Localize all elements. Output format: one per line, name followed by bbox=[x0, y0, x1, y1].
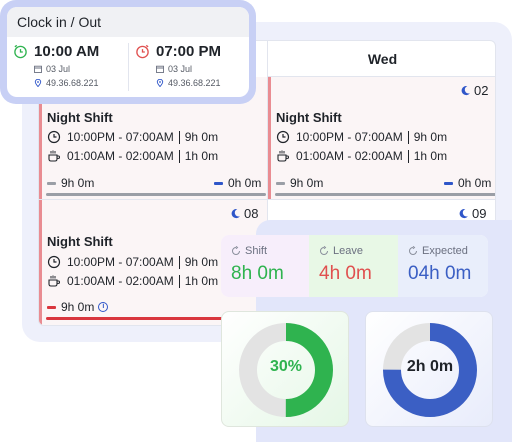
worked-hours: 9h 0m bbox=[290, 176, 324, 190]
leave-stat: Leave 4h 0m bbox=[309, 235, 398, 297]
break-time-row: 01:00AM - 02:00AM 1h 0m bbox=[276, 149, 447, 163]
percent-donut-label: 30% bbox=[269, 358, 303, 375]
hours-donut-card: 2h 0m bbox=[365, 311, 493, 427]
clock-in-out-popover: Clock in / Out 10:00 AM 03 Jul 49.36.68.… bbox=[0, 0, 256, 104]
break-time-row: 01:00AM - 02:00AM 1h 0m bbox=[47, 149, 218, 163]
clock-out-date: 03 Jul bbox=[168, 64, 193, 74]
refresh-clock-icon bbox=[320, 246, 328, 255]
break-hours: 1h 0m bbox=[184, 149, 219, 163]
day-column-header: Wed bbox=[268, 41, 495, 77]
location-pin-icon bbox=[156, 79, 164, 87]
worked-hours: 9h 0m bbox=[61, 176, 95, 190]
shift-title: Night Shift bbox=[47, 234, 113, 249]
day-number: 08 bbox=[230, 206, 258, 221]
location-pin-icon bbox=[34, 79, 42, 87]
remaining-summary: 0h 0m bbox=[444, 176, 491, 190]
shift-title: Night Shift bbox=[47, 110, 113, 125]
worked-hours: 9h 0m bbox=[61, 300, 95, 314]
clock-in-time: 10:00 AM bbox=[34, 43, 100, 60]
day-number: 09 bbox=[458, 206, 486, 221]
coffee-break-icon bbox=[48, 275, 61, 287]
worked-summary: 9h 0m bbox=[276, 176, 323, 190]
info-icon[interactable]: i bbox=[98, 302, 109, 312]
worked-summary: 9h 0m i bbox=[47, 300, 109, 314]
day-number-label: 08 bbox=[244, 206, 259, 221]
clock-icon bbox=[276, 130, 290, 144]
shift-hours: 9h 0m bbox=[413, 130, 448, 144]
hours-summary: Shift 8h 0m Leave 4h 0m Expected 04h 0m bbox=[221, 235, 488, 297]
moon-icon bbox=[461, 85, 470, 96]
break-time: 01:00AM - 02:00AM bbox=[296, 149, 403, 163]
remaining-summary: 0h 0m bbox=[214, 176, 261, 190]
percent-donut-card: 30% bbox=[221, 311, 349, 427]
shift-time: 10:00PM - 07:00AM bbox=[296, 130, 403, 144]
shift-stat-value: 8h 0m bbox=[231, 263, 284, 284]
day-number-label: 09 bbox=[472, 206, 487, 221]
worked-summary: 9h 0m bbox=[47, 176, 94, 190]
clock-in-date: 03 Jul bbox=[46, 64, 71, 74]
shift-time-row: 10:00PM - 07:00AM 9h 0m bbox=[47, 130, 218, 144]
calendar-icon bbox=[156, 65, 164, 73]
shift-time: 10:00PM - 07:00AM bbox=[67, 255, 174, 269]
expected-stat: Expected 04h 0m bbox=[398, 235, 488, 297]
shift-card[interactable]: 02 Night Shift 10:00PM - 07:00AM 9h 0m 0… bbox=[268, 77, 495, 199]
leave-stat-value: 4h 0m bbox=[319, 263, 372, 284]
expected-stat-value: 04h 0m bbox=[408, 263, 472, 284]
break-time: 01:00AM - 02:00AM bbox=[67, 274, 174, 288]
clock-out: 07:00 PM 03 Jul 49.36.68.221 bbox=[135, 43, 221, 88]
remaining-hours: 0h 0m bbox=[228, 176, 262, 190]
shift-title: Night Shift bbox=[276, 110, 342, 125]
shift-hours: 9h 0m bbox=[184, 130, 219, 144]
shift-hours: 9h 0m bbox=[184, 255, 219, 269]
worked-progress-bar bbox=[275, 193, 495, 196]
shift-time-row: 10:00PM - 07:00AM 9h 0m bbox=[276, 130, 447, 144]
clock-title: Clock in / Out bbox=[7, 7, 249, 37]
coffee-break-icon bbox=[48, 150, 61, 162]
day-number: 02 bbox=[460, 83, 488, 98]
worked-progress-bar bbox=[46, 193, 266, 196]
clock-out-icon bbox=[136, 44, 149, 59]
shift-stat-label: Shift bbox=[245, 245, 268, 257]
break-time-row: 01:00AM - 02:00AM 1h 0m bbox=[47, 274, 218, 288]
leave-stat-label: Leave bbox=[333, 245, 363, 257]
break-hours: 1h 0m bbox=[184, 274, 219, 288]
refresh-clock-icon bbox=[232, 246, 240, 255]
shift-stat: Shift 8h 0m bbox=[221, 235, 309, 297]
clock-out-time: 07:00 PM bbox=[156, 43, 222, 60]
break-time: 01:00AM - 02:00AM bbox=[67, 149, 174, 163]
refresh-clock-icon bbox=[409, 246, 417, 255]
shift-time-row: 10:00PM - 07:00AM 9h 0m bbox=[47, 255, 218, 269]
clock-icon bbox=[47, 130, 61, 144]
coffee-break-icon bbox=[277, 150, 290, 162]
day-number-label: 02 bbox=[474, 83, 489, 98]
clock-in: 10:00 AM 03 Jul 49.36.68.221 bbox=[13, 43, 99, 88]
break-hours: 1h 0m bbox=[413, 149, 448, 163]
remaining-hours: 0h 0m bbox=[458, 176, 492, 190]
calendar-icon bbox=[34, 65, 42, 73]
clock-divider bbox=[128, 43, 129, 91]
clock-card: Clock in / Out 10:00 AM 03 Jul 49.36.68.… bbox=[7, 7, 249, 97]
clock-in-icon bbox=[14, 44, 27, 59]
shift-time: 10:00PM - 07:00AM bbox=[67, 130, 174, 144]
clock-icon bbox=[47, 255, 61, 269]
moon-icon bbox=[231, 208, 240, 219]
clock-out-ip: 49.36.68.221 bbox=[168, 78, 221, 88]
expected-stat-label: Expected bbox=[422, 245, 468, 257]
hours-donut-label: 2h 0m bbox=[406, 358, 454, 375]
moon-icon bbox=[459, 208, 468, 219]
clock-in-ip: 49.36.68.221 bbox=[46, 78, 99, 88]
